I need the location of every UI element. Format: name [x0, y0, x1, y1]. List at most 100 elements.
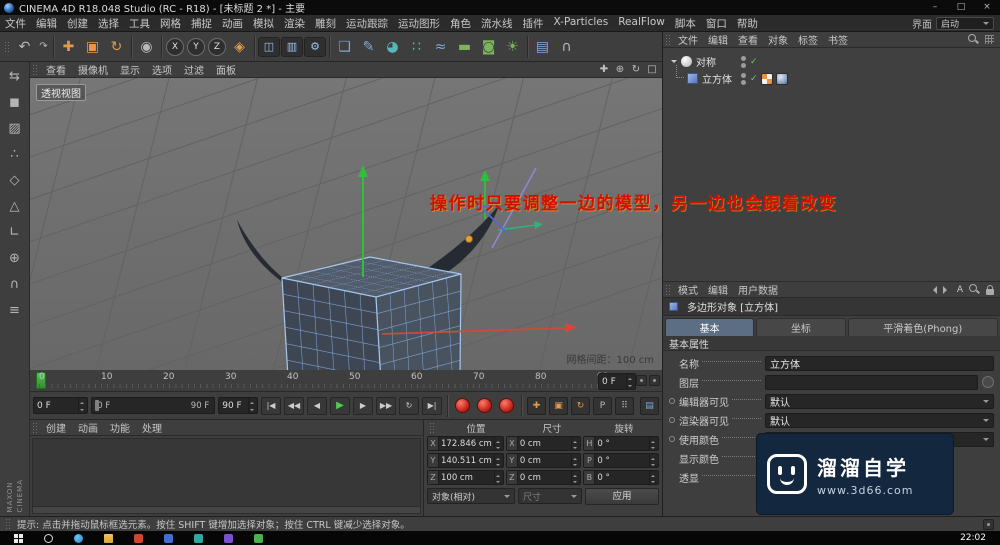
- spinner-down-icon[interactable]: [79, 406, 87, 414]
- spinner[interactable]: [649, 454, 658, 467]
- lock-z-axis-button[interactable]: Z: [208, 37, 226, 56]
- status-options-icon[interactable]: [983, 518, 994, 530]
- filter-icon[interactable]: [985, 35, 994, 44]
- texture-tag-icon[interactable]: [760, 72, 773, 85]
- object-label[interactable]: 立方体: [702, 71, 732, 86]
- keyframe-dot-icon[interactable]: [669, 417, 675, 423]
- size-z-field[interactable]: Z0 cm: [505, 470, 582, 485]
- dope-sheet-menu-item[interactable]: 创建: [40, 420, 72, 435]
- layout-dropdown[interactable]: 启动: [936, 16, 994, 30]
- start-button[interactable]: [14, 533, 23, 543]
- toolbar-grip[interactable]: [4, 40, 10, 53]
- menu-item[interactable]: 动画: [217, 16, 248, 31]
- visibility-dots[interactable]: [741, 72, 746, 85]
- menu-item[interactable]: 选择: [93, 16, 124, 31]
- viewport-menubar-grip[interactable]: [32, 63, 38, 76]
- object-tree[interactable]: 对称 ✓ 立方体 ✓: [663, 48, 1000, 282]
- taskbar-app-icon[interactable]: [254, 533, 263, 543]
- rotation-b-field[interactable]: B0 °: [583, 470, 659, 485]
- enable-axis-icon[interactable]: ⊕: [3, 247, 27, 270]
- taskbar-app-icon[interactable]: [164, 533, 173, 543]
- history-forward-icon[interactable]: [942, 285, 951, 294]
- history-back-icon[interactable]: [929, 285, 937, 294]
- menu-item[interactable]: 流水线: [476, 16, 518, 31]
- spinner[interactable]: [571, 454, 580, 467]
- texture-mode-icon[interactable]: ▨: [3, 117, 27, 140]
- points-mode-icon[interactable]: ∴: [3, 143, 27, 166]
- key-scale-toggle[interactable]: ▣: [549, 396, 568, 415]
- size-y-field[interactable]: Y0 cm: [505, 453, 582, 468]
- tree-row-cube[interactable]: 立方体 ✓: [663, 65, 1000, 87]
- spinner-down-icon[interactable]: [249, 406, 257, 414]
- minimize-button[interactable]: –: [922, 0, 948, 15]
- menu-item[interactable]: 工具: [124, 16, 155, 31]
- zoom-view-icon[interactable]: ⊕: [613, 64, 627, 75]
- dope-sheet-menu-item[interactable]: 功能: [104, 420, 136, 435]
- spinner[interactable]: [248, 398, 257, 413]
- coordinates-grip[interactable]: [429, 422, 435, 434]
- menu-item[interactable]: 文件: [0, 16, 31, 31]
- spinner-down-icon[interactable]: [650, 461, 658, 468]
- dope-sheet-scrollbar[interactable]: [33, 506, 420, 513]
- move-tool-icon[interactable]: ✚: [57, 35, 80, 59]
- auto-mode-icon[interactable]: A: [957, 285, 963, 295]
- render-view-icon[interactable]: ◫: [258, 36, 280, 57]
- workplane-mode-icon[interactable]: ∟: [3, 221, 27, 244]
- scale-tool-icon[interactable]: ▣: [81, 35, 104, 59]
- attribute-menu-item[interactable]: 编辑: [703, 282, 733, 297]
- spinner-down-icon[interactable]: [495, 461, 503, 468]
- undo-icon[interactable]: ↶: [13, 35, 36, 59]
- loop-button[interactable]: ↻: [399, 396, 419, 415]
- menu-item[interactable]: 网格: [155, 16, 186, 31]
- menu-item[interactable]: 捕捉: [186, 16, 217, 31]
- menu-item[interactable]: 雕刻: [310, 16, 341, 31]
- spinner[interactable]: [571, 471, 580, 484]
- size-x-field[interactable]: X0 cm: [505, 436, 582, 451]
- dope-sheet-menu-item[interactable]: 动画: [72, 420, 104, 435]
- display-mode-icon[interactable]: ▤: [531, 35, 554, 59]
- play-button[interactable]: ▶: [330, 396, 350, 415]
- tree-row-symmetry[interactable]: 对称 ✓: [663, 53, 1000, 70]
- snap-settings-icon[interactable]: ≡: [3, 299, 27, 322]
- primitive-cube-icon[interactable]: ❑: [333, 35, 356, 59]
- edges-mode-icon[interactable]: ◇: [3, 169, 27, 192]
- make-editable-icon[interactable]: ⇆: [3, 65, 27, 88]
- tab-coordinates[interactable]: 坐标: [756, 318, 846, 336]
- editor-visibility-dot[interactable]: [741, 55, 746, 61]
- position-y-field[interactable]: Y 140.511 cm: [427, 453, 504, 468]
- spinner-down-icon[interactable]: [572, 444, 580, 451]
- attribute-manager-grip[interactable]: [665, 283, 671, 296]
- object-manager-menu-item[interactable]: 编辑: [703, 32, 733, 47]
- gizmo-origin-point[interactable]: [465, 235, 473, 243]
- timeline-options-icon[interactable]: [649, 375, 660, 386]
- taskbar-app-icon[interactable]: [194, 533, 203, 543]
- menu-item[interactable]: 创建: [62, 16, 93, 31]
- lock-y-axis-button[interactable]: Y: [187, 37, 205, 56]
- object-manager-menu-item[interactable]: 标签: [793, 32, 823, 47]
- size-mode-dropdown[interactable]: 尺寸: [518, 488, 582, 504]
- enabled-check-icon[interactable]: ✓: [750, 57, 758, 67]
- menu-item[interactable]: 运动图形: [393, 16, 445, 31]
- taskbar-app-icon[interactable]: [224, 533, 233, 543]
- dope-sheet-grip[interactable]: [32, 421, 38, 434]
- orbit-view-icon[interactable]: ↻: [629, 64, 643, 75]
- menu-item[interactable]: RealFlow: [613, 16, 670, 31]
- viewport-menu-item[interactable]: 显示: [114, 62, 146, 77]
- dope-sheet-body[interactable]: [32, 438, 421, 514]
- snap-icon[interactable]: ∩: [555, 35, 578, 59]
- coordinate-mode-dropdown[interactable]: 对象(相对): [427, 488, 515, 504]
- frame-range-slider[interactable]: 0 F 90 F: [91, 397, 216, 414]
- model-mode-icon[interactable]: ◼: [3, 91, 27, 114]
- next-key-button[interactable]: ▶▶: [376, 396, 396, 415]
- dope-sheet-menu-item[interactable]: 处理: [136, 420, 168, 435]
- position-x-field[interactable]: X 172.846 cm: [427, 436, 504, 451]
- key-pla-toggle[interactable]: ⠿: [615, 396, 634, 415]
- render-settings-icon[interactable]: ⚙: [304, 36, 326, 57]
- object-manager-menu-item[interactable]: 对象: [763, 32, 793, 47]
- key-position-toggle[interactable]: ✚: [527, 396, 546, 415]
- range-handle[interactable]: [95, 400, 100, 411]
- render-picture-viewer-icon[interactable]: ▥: [281, 36, 303, 57]
- viewport-3d-scene[interactable]: [30, 78, 662, 370]
- tab-phong[interactable]: 平滑着色(Phong): [847, 318, 998, 336]
- object-label[interactable]: 对称: [696, 54, 716, 69]
